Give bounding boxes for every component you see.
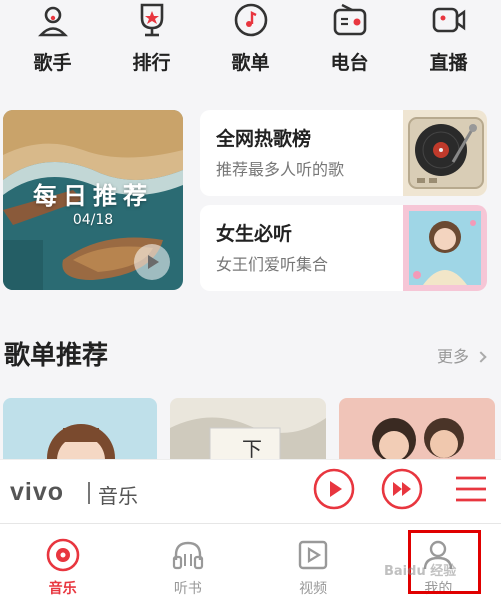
girls-must-listen-subtitle: 女王们爱听集合 [216, 255, 329, 274]
nav-ranking[interactable]: 排行 [102, 0, 201, 86]
live-icon [432, 7, 465, 33]
tab-video[interactable]: 视频 [251, 524, 376, 598]
playlist-card-2[interactable]: 下 [170, 398, 326, 468]
nav-singer-label: 歌手 [33, 52, 72, 74]
girls-must-listen-title: 女生必听 [216, 223, 293, 245]
video-icon [298, 540, 328, 570]
hot-chart-subtitle: 推荐最多人听的歌 [216, 160, 345, 179]
nav-radio[interactable]: 电台 [300, 0, 399, 86]
nav-ranking-label: 排行 [132, 52, 171, 74]
tab-video-label: 视频 [299, 581, 328, 597]
chevron-right-icon [475, 351, 487, 363]
tab-audiobooks-label: 听书 [173, 581, 202, 597]
next-track-icon[interactable] [381, 468, 423, 510]
tab-audiobooks[interactable]: 听书 [125, 524, 250, 598]
nav-live-label: 直播 [429, 52, 468, 74]
brand-logo: vivo [10, 478, 65, 506]
record-player-icon [403, 110, 487, 196]
nav-playlist[interactable]: 歌单 [201, 0, 300, 86]
mini-player: vivo 音乐 [0, 459, 501, 523]
svg-text:下: 下 [242, 437, 262, 461]
playlist-cover-3 [339, 398, 495, 468]
tab-music-label: 音乐 [48, 581, 77, 597]
playlist-cover-1 [3, 398, 157, 468]
player-label: 音乐 [98, 484, 138, 508]
playlist-cover-2: 下 [170, 398, 326, 468]
more-link[interactable]: 更多 [436, 343, 487, 367]
daily-date: 04/18 [72, 212, 114, 228]
tab-mine-label: 我的 [424, 581, 453, 597]
playlist-icon [234, 3, 267, 37]
nav-live[interactable]: 直播 [399, 0, 498, 86]
playlist-section-title: 歌单推荐 [4, 341, 109, 371]
play-icon[interactable] [313, 468, 355, 510]
nav-radio-label: 电台 [330, 52, 369, 74]
radio-icon [333, 3, 366, 36]
top-nav: 歌手 排行 歌单 电台 直播 [0, 0, 501, 86]
brand-divider [88, 482, 90, 504]
daily-title: 每日推荐 [33, 182, 153, 210]
more-label: 更多 [436, 347, 469, 366]
playlist-card-3[interactable] [339, 398, 495, 468]
nav-playlist-label: 歌单 [231, 52, 270, 74]
playlist-queue-icon[interactable] [452, 468, 490, 510]
playlist-card-1[interactable] [3, 398, 157, 468]
girls-must-listen-card[interactable]: 女生必听 女王们爱听集合 [200, 205, 487, 291]
headphones-icon [172, 541, 203, 570]
ranking-icon [140, 3, 163, 37]
singer-icon [37, 6, 68, 37]
nav-singer[interactable]: 歌手 [3, 0, 102, 86]
daily-play-icon[interactable] [133, 243, 171, 281]
music-disc-icon [46, 538, 79, 572]
watermark: Baidu 经验 [384, 564, 457, 579]
tab-music[interactable]: 音乐 [0, 524, 125, 598]
girl-portrait-artwork [403, 205, 487, 291]
hot-chart-title: 全网热歌榜 [216, 128, 312, 150]
hot-chart-card[interactable]: 全网热歌榜 推荐最多人听的歌 [200, 110, 487, 196]
